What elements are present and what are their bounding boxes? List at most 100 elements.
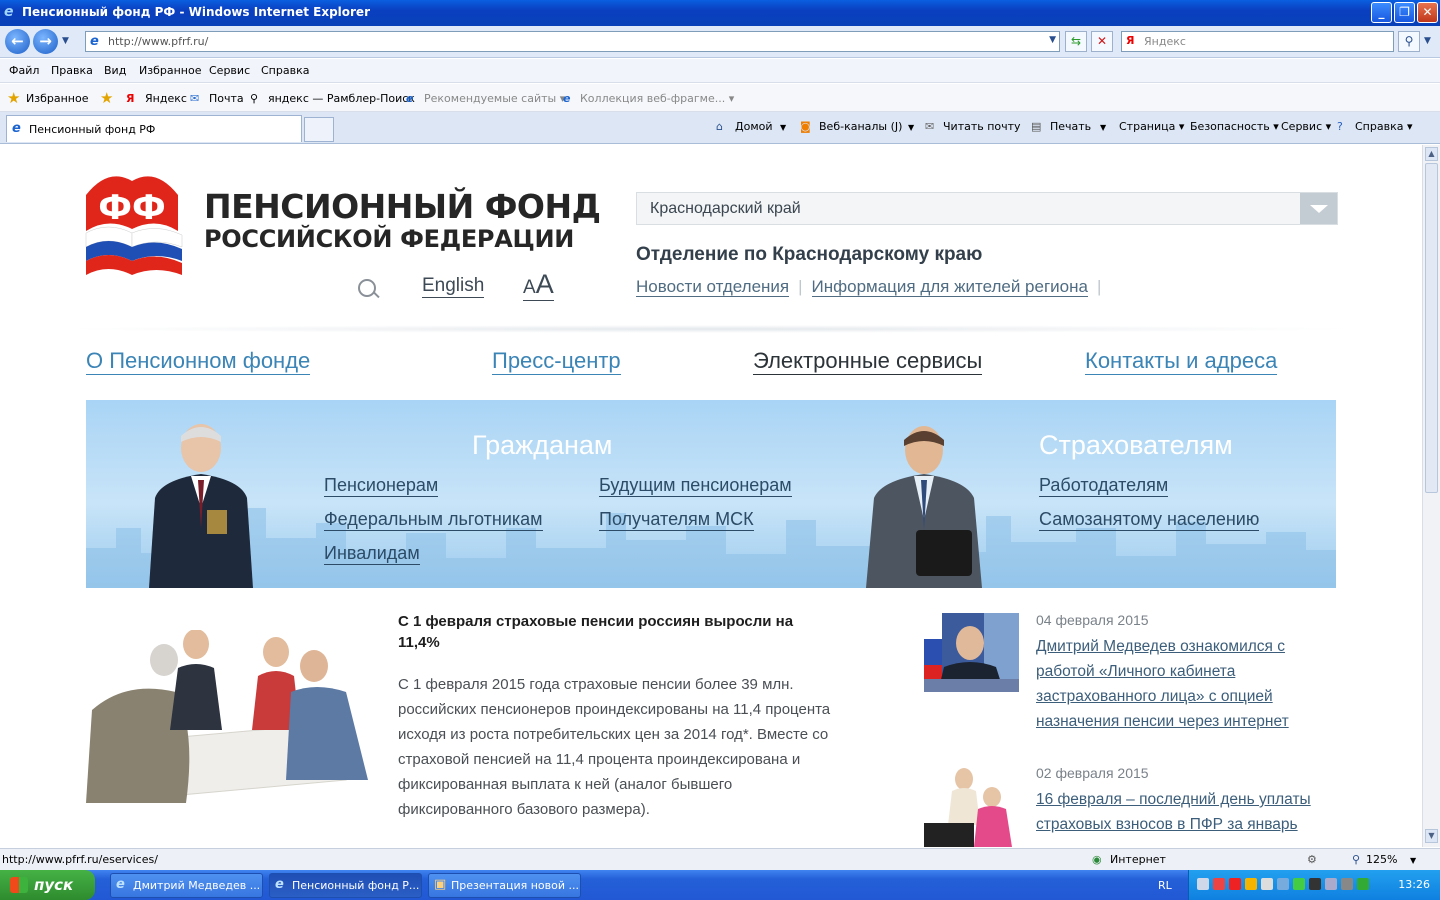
tab-pfr[interactable]: e Пенсионный фонд РФ [6, 115, 302, 142]
tray-icon[interactable] [1213, 878, 1225, 890]
search-options-icon[interactable]: ▼ [1424, 36, 1431, 46]
tray-icon[interactable] [1309, 878, 1321, 890]
side-news-link-1[interactable]: Дмитрий Медведев ознакомился с работой «… [1036, 634, 1321, 734]
pfr-logo[interactable]: ФФ [78, 167, 186, 279]
fav-suggested-sites[interactable]: Рекомендуемые сайты ▾ [424, 92, 565, 105]
cmd-home[interactable]: Домой [735, 120, 773, 133]
link-future-pensioners[interactable]: Будущим пенсионерам [599, 475, 792, 497]
side-news-title-2[interactable]: 16 февраля – последний день уплаты страх… [1036, 791, 1311, 833]
link-msk-recipients[interactable]: Получателям МСК [599, 509, 754, 531]
cmd-read-mail[interactable]: Читать почту [943, 120, 1021, 133]
tray-icon[interactable] [1245, 878, 1257, 890]
search-button[interactable]: ⚲ [1398, 31, 1420, 52]
home-dropdown-icon[interactable]: ▼ [780, 123, 786, 132]
women-photo[interactable] [924, 765, 1019, 847]
side-news-link-2[interactable]: 16 февраля – последний день уплаты страх… [1036, 787, 1321, 837]
link-employers[interactable]: Работодателям [1039, 475, 1169, 497]
window-title-bar: e Пенсионный фонд РФ - Windows Internet … [0, 0, 1440, 26]
forward-button[interactable]: → [33, 29, 58, 54]
cmd-print[interactable]: Печать [1050, 120, 1091, 133]
english-link[interactable]: English [422, 275, 485, 298]
fav-yandex[interactable]: Яндекс [145, 92, 187, 105]
zoom-dropdown-icon[interactable]: ▼ [1410, 856, 1416, 865]
clock[interactable]: 13:26 [1398, 878, 1430, 891]
url-input[interactable]: e http://www.pfrf.ru/ ▼ [85, 31, 1060, 52]
refresh-button[interactable]: ⇆ [1065, 31, 1087, 52]
new-tab-button[interactable] [304, 117, 334, 142]
page-icon: e [90, 34, 99, 49]
zoom-level[interactable]: 125% [1366, 853, 1397, 866]
tray-icon[interactable] [1357, 878, 1369, 890]
protected-mode-icon[interactable]: ⚙ [1307, 853, 1317, 866]
cmd-page[interactable]: Страница ▾ [1119, 120, 1184, 133]
region-select[interactable]: Краснодарский край [636, 192, 1338, 225]
link-pensioners[interactable]: Пенсионерам [324, 475, 439, 497]
font-size-toggle[interactable]: AA [523, 269, 554, 301]
nav-press[interactable]: Пресс-центр [492, 348, 621, 375]
insurers-title[interactable]: Страхователям [1039, 430, 1233, 461]
tray-icon[interactable] [1325, 878, 1337, 890]
maximize-button[interactable]: ❐ [1394, 2, 1415, 23]
chevron-down-icon[interactable] [1300, 193, 1337, 224]
language-indicator[interactable]: RL [1158, 879, 1172, 892]
nav-contacts[interactable]: Контакты и адреса [1085, 348, 1278, 375]
scroll-down-icon[interactable]: ▼ [1425, 829, 1438, 843]
taskbar-button-pfr[interactable]: e Пенсионный фонд Р... [269, 873, 422, 898]
close-button[interactable]: ✕ [1417, 2, 1438, 23]
citizens-title[interactable]: Гражданам [472, 430, 612, 461]
fav-mail[interactable]: Почта [209, 92, 244, 105]
link-disabled[interactable]: Инвалидам [324, 543, 420, 565]
search-input[interactable]: Я Яндекс [1121, 31, 1394, 52]
back-button[interactable]: ← [5, 29, 30, 54]
side-news-title-1[interactable]: Дмитрий Медведев ознакомился с работой «… [1036, 638, 1289, 730]
tray-icon[interactable] [1293, 878, 1305, 890]
menu-view[interactable]: Вид [104, 64, 126, 77]
menu-tools[interactable]: Сервис [209, 64, 250, 77]
fav-rambler[interactable]: яндекс — Рамблер-Поиск [268, 92, 415, 105]
add-favorite-icon[interactable]: ★ [100, 89, 113, 107]
url-dropdown-icon[interactable]: ▼ [1049, 35, 1056, 45]
system-tray: 13:26 [1188, 870, 1440, 900]
status-zone: Интернет [1110, 853, 1166, 866]
cmd-help[interactable]: Справка ▾ [1355, 120, 1412, 133]
link-federal-beneficiaries[interactable]: Федеральным льготникам [324, 509, 543, 531]
scroll-up-icon[interactable]: ▲ [1425, 147, 1438, 161]
fav-web-slices[interactable]: Коллекция веб-фрагме... ▾ [580, 92, 734, 105]
tray-icon[interactable] [1341, 878, 1353, 890]
favorites-button[interactable]: Избранное [26, 92, 88, 105]
search-fav-icon: ⚲ [250, 92, 259, 105]
taskbar-button-medvedev[interactable]: e Дмитрий Медведев ... [110, 873, 263, 898]
minimize-button[interactable]: _ [1371, 2, 1392, 23]
menu-help[interactable]: Справка [261, 64, 309, 77]
header-divider [60, 325, 1360, 333]
menu-favorites[interactable]: Избранное [139, 64, 201, 77]
news-headline[interactable]: С 1 февраля страховые пенсии россиян выр… [398, 611, 838, 653]
link-separator: | [1096, 277, 1102, 296]
menu-edit[interactable]: Правка [51, 64, 93, 77]
tray-icon[interactable] [1261, 878, 1273, 890]
tray-icon[interactable] [1197, 878, 1209, 890]
tray-icon[interactable] [1277, 878, 1289, 890]
scroll-thumb[interactable] [1425, 163, 1438, 493]
print-dropdown-icon[interactable]: ▼ [1100, 123, 1106, 132]
start-button[interactable]: пуск [0, 870, 95, 900]
medvedev-photo[interactable] [924, 613, 1019, 692]
link-self-employed[interactable]: Самозанятому населению [1039, 509, 1260, 531]
cmd-safety[interactable]: Безопасность ▾ [1190, 120, 1279, 133]
nav-about[interactable]: О Пенсионном фонде [86, 348, 311, 375]
menu-file[interactable]: Файл [9, 64, 39, 77]
history-dropdown-icon[interactable]: ▼ [62, 36, 69, 46]
print-icon: ▤ [1031, 120, 1042, 133]
tray-icon[interactable] [1229, 878, 1241, 890]
taskbar-button-presentation[interactable]: ▣ Презентация новой ... [428, 873, 581, 898]
branch-info-link[interactable]: Информация для жителей региона [811, 277, 1088, 297]
news-photo[interactable] [86, 630, 371, 803]
branch-news-link[interactable]: Новости отделения [636, 277, 790, 297]
cmd-feeds[interactable]: Веб-каналы (J) [819, 120, 902, 133]
stop-button[interactable]: ✕ [1091, 31, 1113, 52]
search-icon[interactable] [358, 279, 376, 297]
feeds-dropdown-icon[interactable]: ▼ [908, 123, 914, 132]
cmd-tools[interactable]: Сервис ▾ [1281, 120, 1331, 133]
nav-eservices[interactable]: Электронные сервисы [753, 348, 983, 375]
vertical-scrollbar[interactable]: ▲ ▼ [1422, 145, 1440, 847]
